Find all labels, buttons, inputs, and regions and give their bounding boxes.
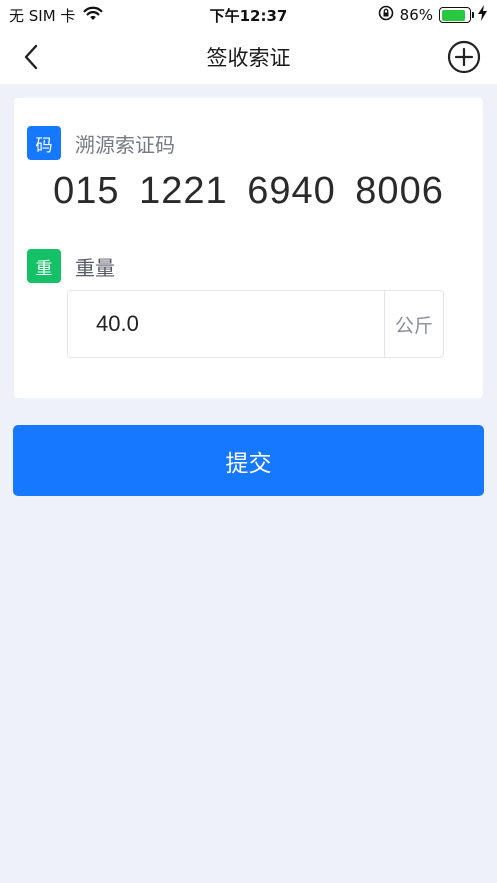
weight-header: 重 重量 xyxy=(27,249,115,283)
status-right: 86% xyxy=(378,5,487,25)
weight-tag: 重 xyxy=(27,249,61,283)
charging-icon xyxy=(478,5,487,25)
form-card: 码 溯源索证码 015 1221 6940 8006 重 重量 公斤 xyxy=(14,98,483,398)
battery-percent: 86% xyxy=(399,6,433,24)
plus-circle-icon xyxy=(447,40,481,74)
battery-fill xyxy=(441,9,465,21)
battery-tip xyxy=(472,12,474,18)
submit-button[interactable]: 提交 xyxy=(13,425,484,496)
add-button[interactable] xyxy=(447,40,481,74)
status-bar: 无 SIM 卡 下午12:37 86% xyxy=(0,0,497,28)
weight-unit: 公斤 xyxy=(384,291,443,357)
battery-icon xyxy=(439,7,471,23)
trace-code-value: 015 1221 6940 8006 xyxy=(53,170,444,212)
navigation-bar: 签收索证 xyxy=(0,28,497,84)
trace-code-header: 码 溯源索证码 xyxy=(27,126,175,160)
weight-label: 重量 xyxy=(75,255,115,280)
weight-field: 公斤 xyxy=(67,290,444,358)
rotation-lock-icon xyxy=(378,5,394,25)
trace-code-tag: 码 xyxy=(27,126,61,160)
trace-code-label: 溯源索证码 xyxy=(75,132,175,157)
page-title: 签收索证 xyxy=(206,46,291,70)
weight-input[interactable] xyxy=(68,291,384,357)
